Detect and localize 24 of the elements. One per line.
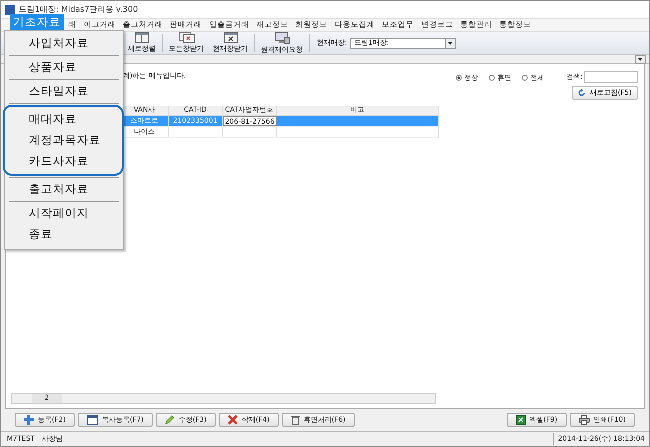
menu-item[interactable]: 출고처자료 bbox=[5, 179, 123, 200]
plus-icon bbox=[24, 415, 34, 425]
menu-item[interactable]: 종료 bbox=[5, 224, 123, 245]
menu-item[interactable]: 스타일자료 bbox=[5, 81, 123, 102]
spreadsheet-icon bbox=[516, 415, 526, 425]
printer-icon bbox=[578, 415, 590, 425]
menu-item[interactable]: 매대자료 bbox=[5, 109, 122, 130]
caret-icon bbox=[448, 42, 454, 44]
window-icon bbox=[86, 415, 98, 425]
dropdown-button[interactable] bbox=[635, 55, 646, 64]
menu-item[interactable]: 상품자료 bbox=[5, 57, 123, 78]
menu-item[interactable]: 시작페이지 bbox=[5, 203, 123, 224]
trash-icon bbox=[290, 415, 300, 425]
search-field[interactable] bbox=[584, 71, 638, 83]
monitor-icon bbox=[274, 32, 290, 44]
app-logo-icon bbox=[5, 4, 15, 14]
refresh-icon bbox=[578, 89, 586, 97]
menu-item[interactable]: 계정과목자료 bbox=[5, 130, 122, 151]
window-title: 드림1매장: Midas7관리용 v.300 bbox=[19, 4, 138, 15]
menu-item[interactable]: 카드사자료 bbox=[5, 151, 122, 172]
x-icon bbox=[228, 415, 238, 425]
caret-icon bbox=[638, 58, 643, 61]
menu-item[interactable]: 사입처자료 bbox=[5, 33, 123, 54]
pencil-icon bbox=[164, 415, 175, 425]
